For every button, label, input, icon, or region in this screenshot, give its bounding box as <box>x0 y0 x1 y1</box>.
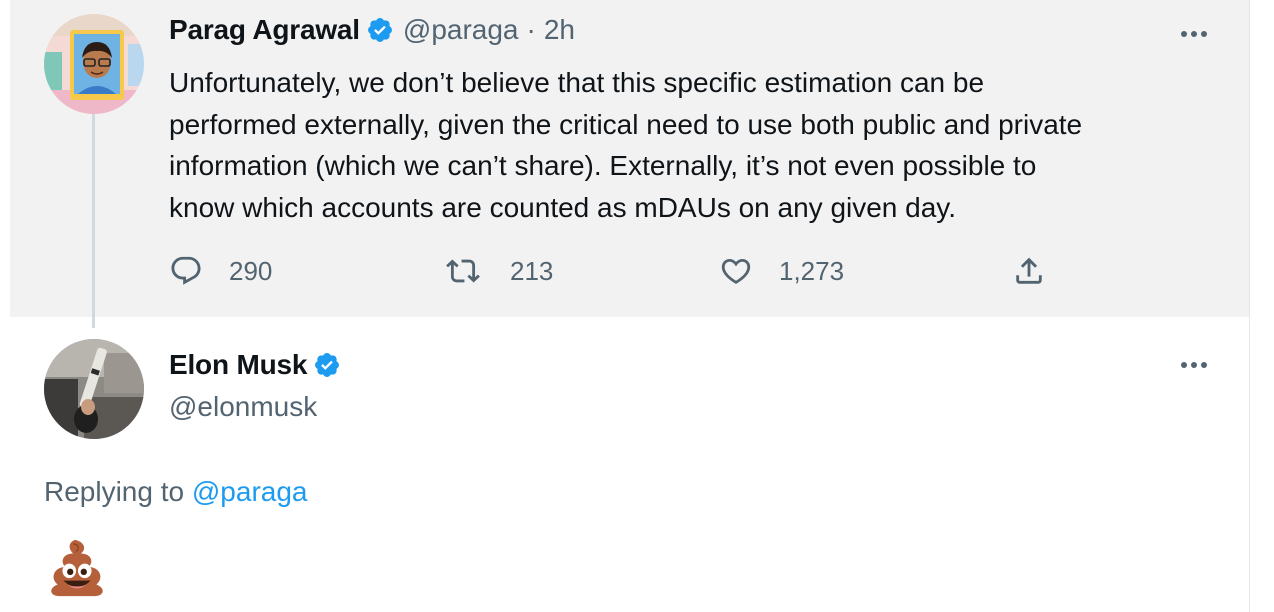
thread-connector-line <box>92 110 95 328</box>
tweet-text-line: information (which we can’t share). Exte… <box>169 150 1037 181</box>
timeline-border <box>1249 0 1250 612</box>
like-count: 1,273 <box>779 255 845 286</box>
more-icon[interactable] <box>1181 31 1207 37</box>
avatar-elon[interactable] <box>44 339 144 439</box>
share-icon <box>1016 257 1042 284</box>
retweet-button[interactable]: 213 <box>446 253 553 289</box>
reply-icon <box>171 256 201 285</box>
replying-to-label: Replying to <box>44 476 185 507</box>
parent-tweet-text: Unfortunately, we don’t believe that thi… <box>169 62 1229 228</box>
avatar-parag[interactable] <box>44 14 144 114</box>
parent-author-name[interactable]: Parag Agrawal <box>169 14 360 46</box>
verified-badge-icon <box>367 18 392 42</box>
share-button[interactable] <box>1012 253 1046 289</box>
avatar-parag-image <box>44 14 144 114</box>
reply-author-name[interactable]: Elon Musk <box>169 349 307 381</box>
parent-author-row: Parag Agrawal @paraga · 2h <box>169 14 575 46</box>
separator-dot: · <box>526 14 536 45</box>
reply-button[interactable]: 290 <box>169 253 272 289</box>
tweet-text-line: know which accounts are counted as mDAUs… <box>169 191 957 223</box>
avatar-elon-image <box>44 339 144 439</box>
reply-count: 290 <box>229 255 273 286</box>
retweet-icon <box>446 259 480 283</box>
tweet-thread: Parag Agrawal @paraga · 2h Unfortunately… <box>0 0 1274 612</box>
more-icon[interactable] <box>1181 362 1207 368</box>
replying-to-handle-link[interactable]: @paraga <box>192 476 308 507</box>
reply-author-handle[interactable]: @elonmusk <box>169 391 317 423</box>
parent-author-handle[interactable]: @paraga <box>403 14 519 46</box>
reply-author-row: Elon Musk <box>169 349 341 381</box>
retweet-count: 213 <box>510 255 554 286</box>
verified-badge-icon <box>315 353 340 377</box>
reply-handle-row: @elonmusk <box>169 391 317 423</box>
replying-to-line: Replying to @paraga <box>44 476 307 508</box>
tweet-text-line: performed externally, given the critical… <box>169 108 1083 140</box>
like-button[interactable]: 1,273 <box>719 253 844 289</box>
pile-of-poo-emoji <box>51 539 103 597</box>
tweet-timestamp[interactable]: 2h <box>544 14 575 46</box>
like-icon <box>721 258 751 284</box>
tweet-text-line: Unfortunately, we don’t believe that thi… <box>169 67 985 98</box>
